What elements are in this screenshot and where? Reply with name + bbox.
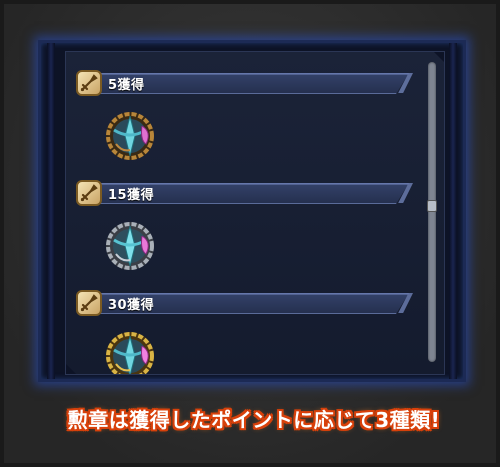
reward-row-header: 30獲得 <box>76 290 413 316</box>
reward-threshold-label: 30獲得 <box>108 298 155 313</box>
reward-threshold-label: 15獲得 <box>108 188 155 203</box>
reward-row-header: 5獲得 <box>76 70 413 96</box>
sword-icon <box>76 290 102 316</box>
reward-row-header: 15獲得 <box>76 180 413 206</box>
scrollbar-thumb[interactable] <box>427 200 437 212</box>
reward-threshold-label: 5獲得 <box>108 78 145 93</box>
gold-medal-icon <box>104 330 156 374</box>
sword-icon <box>76 70 102 96</box>
reward-list-panel: 5獲得 15獲得 30獲得 <box>65 51 445 375</box>
sword-icon <box>76 180 102 206</box>
panel-corner <box>434 52 444 62</box>
screenshot-background: 5獲得 15獲得 30獲得 勲章は獲得したポイントに応じて3種類! <box>0 0 500 467</box>
scrollbar[interactable] <box>427 62 437 362</box>
reward-window: 5獲得 15獲得 30獲得 <box>38 40 466 382</box>
silver-medal-icon <box>104 220 156 272</box>
panel-corner <box>66 364 76 374</box>
medal-caption: 勲章は獲得したポイントに応じて3種類! <box>67 408 441 432</box>
bronze-medal-icon <box>104 110 156 162</box>
